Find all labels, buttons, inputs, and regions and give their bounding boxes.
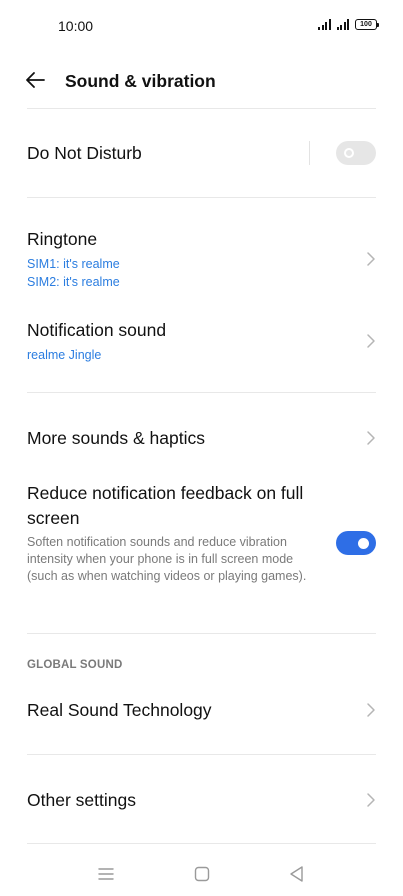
toggle-knob: [344, 148, 354, 158]
toggle-knob: [358, 537, 369, 549]
divider: [27, 754, 376, 755]
status-icons: 100: [318, 19, 379, 30]
do-not-disturb-label: Do Not Disturb: [27, 143, 142, 163]
do-not-disturb-toggle[interactable]: [336, 141, 376, 165]
chevron-right-icon: [367, 334, 375, 348]
chevron-right-icon: [367, 431, 375, 445]
home-square-icon[interactable]: [190, 862, 214, 886]
page-title: Sound & vibration: [65, 71, 216, 91]
signal-sim1-icon: [318, 19, 331, 30]
divider: [27, 197, 376, 198]
ringtone-sim2-value: SIM2: it's realme: [27, 275, 120, 289]
toggle-separator: [309, 141, 310, 165]
navigation-bar: [0, 850, 403, 896]
divider: [27, 633, 376, 634]
divider: [27, 108, 376, 109]
notification-sound-value: realme Jingle: [27, 348, 102, 362]
reduce-feedback-label-line2: screen: [27, 508, 80, 528]
divider: [27, 392, 376, 393]
more-sounds-label: More sounds & haptics: [27, 428, 206, 448]
reduce-feedback-description: Soften notification sounds and reduce vi…: [27, 535, 307, 583]
battery-icon: 100: [355, 19, 379, 30]
chevron-right-icon: [367, 793, 375, 807]
status-time: 10:00: [58, 18, 94, 34]
notification-sound-label: Notification sound: [27, 320, 167, 340]
ringtone-label: Ringtone: [27, 229, 98, 249]
notification-sound-row[interactable]: [0, 305, 403, 380]
arrow-left-icon[interactable]: [24, 70, 46, 90]
chevron-right-icon: [367, 703, 375, 717]
header: Sound & vibration: [0, 60, 403, 100]
status-bar: 10:00 100: [0, 0, 403, 52]
divider: [27, 843, 376, 844]
signal-sim2-icon: [336, 19, 349, 30]
chevron-right-icon: [367, 252, 375, 266]
real-sound-label: Real Sound Technology: [27, 700, 212, 720]
section-label-global-sound: GLOBAL SOUND: [27, 659, 123, 671]
other-settings-label: Other settings: [27, 790, 136, 810]
reduce-feedback-toggle[interactable]: [336, 531, 376, 555]
back-triangle-icon[interactable]: [285, 862, 309, 886]
ringtone-sim1-value: SIM1: it's realme: [27, 257, 120, 271]
menu-icon[interactable]: [94, 862, 118, 886]
reduce-feedback-label-line1: Reduce notification feedback on full: [27, 483, 304, 503]
